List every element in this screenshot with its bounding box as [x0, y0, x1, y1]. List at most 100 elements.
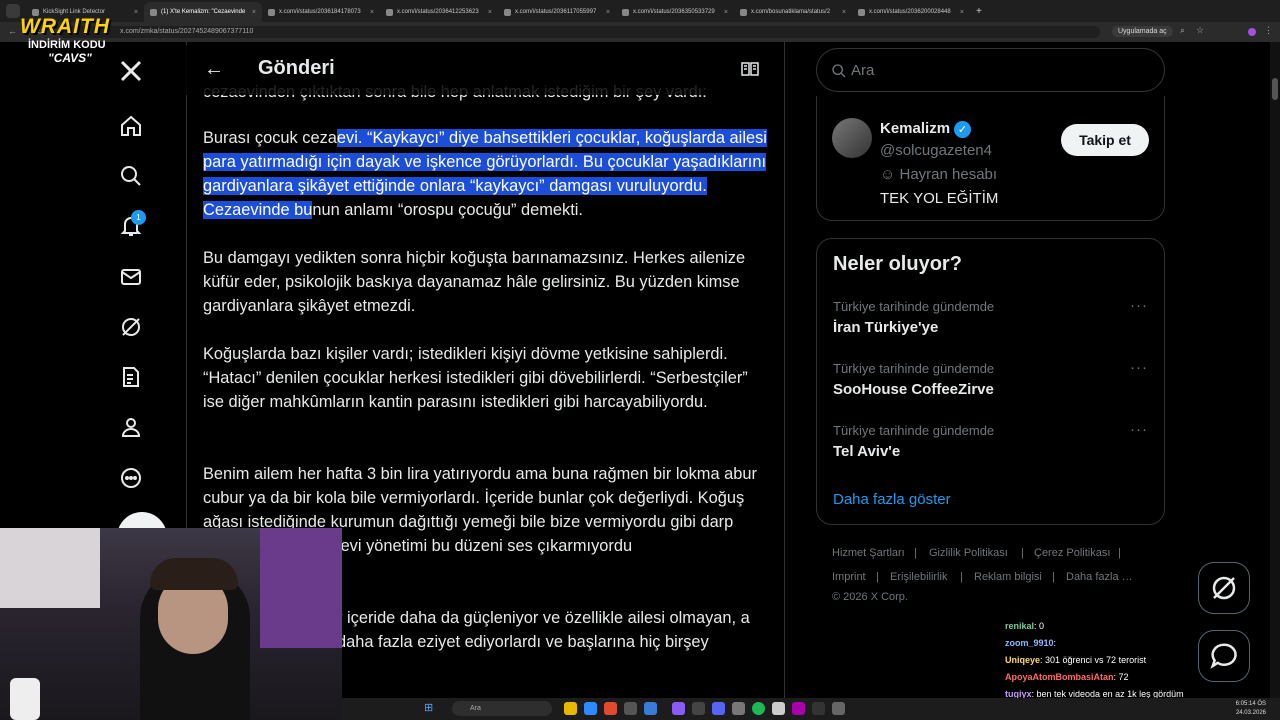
tissue-roll [10, 678, 40, 720]
author-name[interactable]: Kemalizm [880, 120, 950, 137]
taskbar-search-placeholder: Ara [470, 705, 481, 712]
footer-divider: | [876, 571, 879, 583]
footer-divider: | [1052, 571, 1055, 583]
show-more-link[interactable]: Daha fazla göster [833, 491, 951, 508]
chat-message: Uniqeye: 301 öğrenci vs 72 terorist [1005, 652, 1215, 669]
search-input[interactable]: Ara [816, 48, 1165, 92]
search-placeholder: Ara [851, 61, 875, 79]
browser-tab[interactable]: x.com/i/status/2036184178073 × [262, 2, 380, 22]
chat-username: renikal [1005, 621, 1035, 631]
search-icon[interactable] [118, 163, 144, 189]
edge-icon[interactable] [584, 702, 597, 715]
mask-icon: ☺ [880, 166, 900, 183]
close-tab-icon[interactable]: × [960, 9, 964, 16]
app-icon[interactable] [692, 702, 705, 715]
app-icon[interactable] [832, 702, 845, 715]
browser-tab[interactable]: (1) X'te Kemalizm: "Cezaevinde × [144, 2, 262, 22]
window-background [0, 528, 100, 608]
tab-label: x.com/i/status/2036184178073 [279, 9, 361, 15]
browser-tab[interactable]: x.com/i/status/2036200028448 × [852, 2, 970, 22]
reader-mode-icon[interactable] [741, 61, 759, 77]
system-clock[interactable]: 6:05:14 ÖS 24.03.2026 [1226, 700, 1266, 718]
more-options-icon[interactable]: ··· [1130, 421, 1148, 438]
trend-category: Türkiye tarihinde gündemde [833, 361, 995, 376]
close-tab-icon[interactable]: × [724, 9, 728, 16]
grok-fab[interactable] [1198, 562, 1250, 614]
home-icon[interactable] [118, 113, 144, 139]
trends-title: Neler oluyor? [833, 253, 962, 275]
fan-label-text: Hayran hesabı [899, 166, 998, 183]
close-tab-icon[interactable]: × [606, 9, 610, 16]
url-field[interactable]: x.com/zmka/status/2027452489067377110 [60, 26, 1100, 38]
page-scrollbar[interactable] [1270, 42, 1280, 720]
trends-panel: Neler oluyor? Türkiye tarihinde gündemde… [816, 238, 1165, 525]
footer-link[interactable]: Hizmet Şartları [832, 547, 905, 559]
footer-link[interactable]: Daha fazla … [1066, 571, 1133, 583]
footer-divider: | [914, 547, 917, 559]
scrollbar-thumb[interactable] [1272, 78, 1278, 100]
close-tab-icon[interactable]: × [488, 9, 492, 16]
trend-name[interactable]: İran Türkiye'ye [833, 319, 938, 336]
x-logo-icon[interactable] [118, 58, 144, 84]
new-tab-icon[interactable]: + [976, 6, 982, 17]
profile-icon[interactable] [118, 414, 144, 440]
profile-avatar-icon[interactable] [1248, 28, 1256, 36]
close-tab-icon[interactable]: × [252, 9, 256, 16]
app-icon[interactable] [644, 702, 657, 715]
browser-tab[interactable]: x.com/i/status/2036117055997 × [498, 2, 616, 22]
webcam-overlay [0, 528, 342, 720]
chat-text: : 301 öğrenci vs 72 terorist [1040, 655, 1147, 665]
open-in-app-chip[interactable]: Uygulamada aç [1112, 26, 1173, 37]
follow-button[interactable]: Takip et [1061, 124, 1149, 156]
footer-link[interactable]: Erişilebilirlik [890, 571, 947, 583]
app-icon[interactable] [672, 702, 685, 715]
chat-message: ApoyaAtomBombasiAtan: 72 [1005, 669, 1215, 686]
author-handle[interactable]: @solcugazeten4 [880, 142, 992, 159]
post-paragraph-5: r içeride daha da güçleniyor ve özellikl… [337, 609, 750, 651]
more-options-icon[interactable]: ··· [1130, 297, 1148, 314]
back-arrow-icon[interactable]: ← [204, 58, 224, 81]
browser-tab[interactable]: x.com/bosunatiklama/status/2 × [734, 2, 852, 22]
close-tab-icon[interactable]: × [134, 9, 138, 16]
footer-link[interactable]: Çerez Politikası [1034, 547, 1110, 559]
zoom-icon[interactable]: ⌕ [1180, 25, 1185, 36]
windows-start-icon[interactable]: ⊞ [424, 702, 436, 714]
trend-name[interactable]: Tel Aviv'e [833, 443, 900, 460]
tab-label: x.com/i/status/2036200028448 [869, 9, 951, 15]
chat-text: : [1053, 638, 1057, 648]
browser-tab[interactable]: x.com/i/status/2036412253623 × [380, 2, 498, 22]
more-options-icon[interactable]: ··· [1130, 359, 1148, 376]
tab-label: x.com/i/status/2036350533729 [633, 9, 715, 15]
tab-label: x.com/i/status/2036117055997 [515, 9, 597, 15]
file-explorer-icon[interactable] [564, 702, 577, 715]
app-icon[interactable] [772, 702, 785, 715]
close-tab-icon[interactable]: × [842, 9, 846, 16]
footer-link[interactable]: Gizlilik Politikası [929, 547, 1008, 559]
bookmark-star-icon[interactable]: ☆ [1196, 25, 1204, 36]
trend-name[interactable]: SooHouse CoffeeZirve [833, 381, 994, 398]
compose-list-icon[interactable] [118, 364, 144, 390]
app-icon[interactable] [624, 702, 637, 715]
footer-divider: | [960, 571, 963, 583]
more-icon[interactable] [118, 465, 144, 491]
close-tab-icon[interactable]: × [370, 9, 374, 16]
post-paragraph-2: Bu damgayı yedikten sonra hiçbir koğuşta… [203, 249, 746, 315]
back-arrow-icon[interactable]: ← [8, 26, 17, 36]
spotify-icon[interactable] [752, 702, 765, 715]
grok-icon[interactable] [118, 314, 144, 340]
mail-icon[interactable] [118, 264, 144, 290]
trend-category: Türkiye tarihinde gündemde [833, 299, 995, 314]
footer-link[interactable]: Imprint [832, 571, 866, 583]
tab-list-icon[interactable] [6, 4, 20, 18]
app-icon[interactable] [792, 702, 805, 715]
chrome-icon[interactable] [604, 702, 617, 715]
app-icon[interactable] [732, 702, 745, 715]
taskbar-search[interactable]: Ara [452, 701, 552, 716]
browser-menu-icon[interactable]: ⋮ [1264, 25, 1273, 36]
windows-taskbar: ⊞ Ara 6:05:14 ÖS 24.03.2026 [342, 698, 1280, 720]
discord-icon[interactable] [712, 702, 725, 715]
obs-icon[interactable] [812, 702, 825, 715]
footer-link[interactable]: Reklam bilgisi [974, 571, 1042, 583]
browser-tab[interactable]: x.com/i/status/2036350533729 × [616, 2, 734, 22]
avatar[interactable] [832, 118, 872, 158]
